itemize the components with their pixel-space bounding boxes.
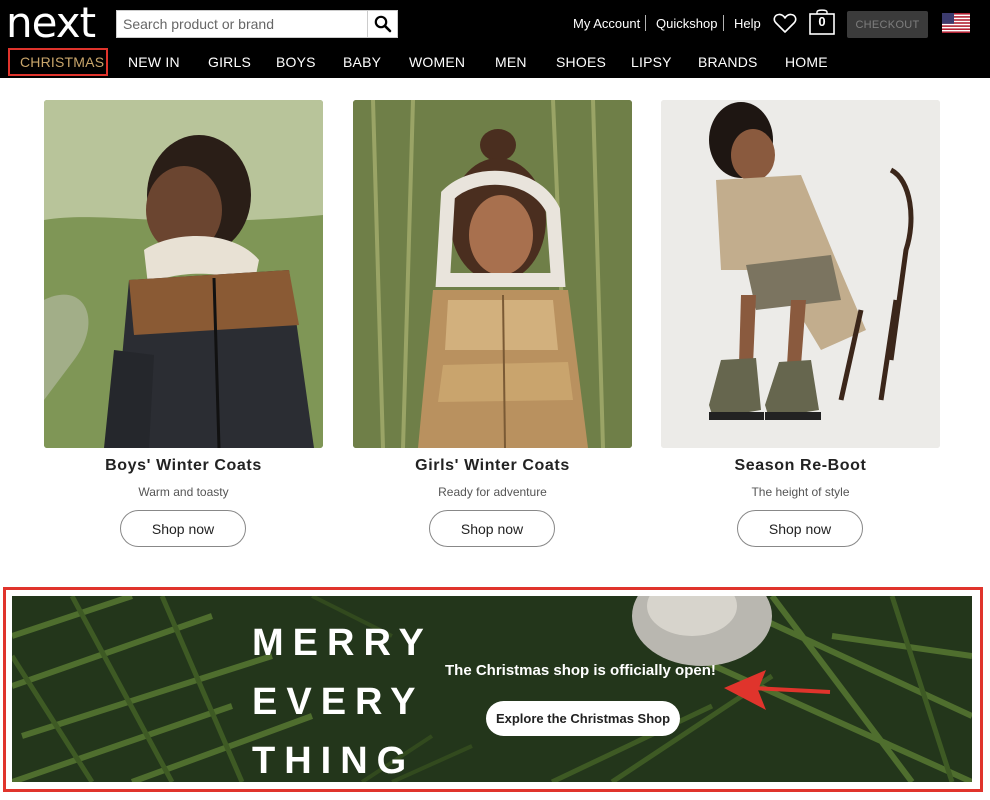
shop-now-button[interactable]: Shop now <box>737 510 863 547</box>
divider <box>645 15 646 31</box>
next-logo[interactable]: next <box>6 2 96 44</box>
nav-girls[interactable]: GIRLS <box>208 54 251 70</box>
nav-women[interactable]: WOMEN <box>409 54 465 70</box>
search-icon <box>374 15 391 33</box>
nav-baby[interactable]: BABY <box>343 54 381 70</box>
card-subtitle: Ready for adventure <box>438 485 547 499</box>
quickshop-link[interactable]: Quickshop <box>656 16 717 31</box>
shop-now-button[interactable]: Shop now <box>120 510 246 547</box>
card-title[interactable]: Boys' Winter Coats <box>44 457 323 475</box>
main-nav: CHRISTMAS NEW IN GIRLS BOYS BABY WOMEN M… <box>0 46 990 78</box>
divider <box>723 15 724 31</box>
season-reboot-image[interactable] <box>661 100 940 448</box>
nav-brands[interactable]: BRANDS <box>698 54 758 70</box>
card-title[interactable]: Girls' Winter Coats <box>353 457 632 475</box>
nav-lipsy[interactable]: LIPSY <box>631 54 672 70</box>
heart-icon[interactable] <box>773 12 797 34</box>
card-subtitle: The height of style <box>751 485 850 499</box>
search-bar <box>116 10 398 38</box>
nav-men[interactable]: MEN <box>495 54 527 70</box>
shop-now-button[interactable]: Shop now <box>429 510 555 547</box>
search-input[interactable] <box>117 11 367 37</box>
nav-new-in[interactable]: NEW IN <box>128 54 180 70</box>
nav-boys[interactable]: BOYS <box>276 54 316 70</box>
girls-coats-image[interactable] <box>353 100 632 448</box>
bag-count: 0 <box>818 14 826 29</box>
help-link[interactable]: Help <box>734 16 761 31</box>
nav-home[interactable]: HOME <box>785 54 828 70</box>
christmas-highlight-box <box>8 48 108 76</box>
card-subtitle: Warm and toasty <box>138 485 229 499</box>
banner-highlight-box <box>3 587 983 792</box>
nav-shoes[interactable]: SHOES <box>556 54 606 70</box>
card-title[interactable]: Season Re-Boot <box>661 457 940 475</box>
my-account-link[interactable]: My Account <box>573 16 640 31</box>
search-button[interactable] <box>367 11 397 37</box>
boys-coats-image[interactable] <box>44 100 323 448</box>
us-flag-icon[interactable] <box>942 13 970 33</box>
checkout-button[interactable]: CHECKOUT <box>847 11 928 38</box>
shopping-bag-button[interactable]: 0 <box>808 8 836 36</box>
